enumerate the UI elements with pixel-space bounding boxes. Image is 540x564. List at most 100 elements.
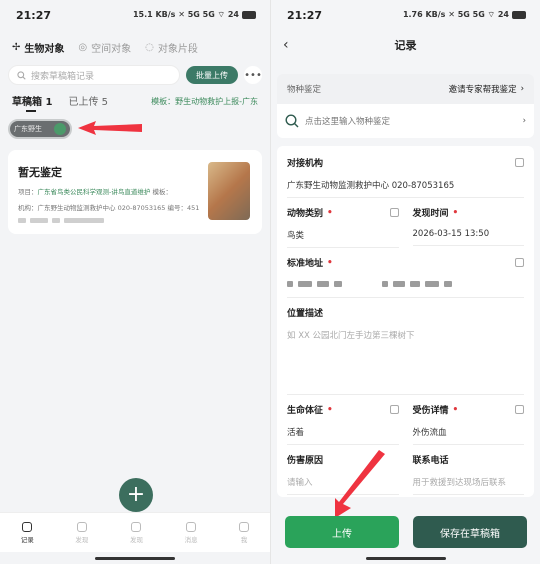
search-input[interactable]: 搜索草稿箱记录 <box>8 65 180 85</box>
nav-record[interactable]: 记录 <box>21 521 34 544</box>
upload-button[interactable]: 上传 <box>285 516 399 548</box>
nav-discover[interactable]: 发现 <box>75 521 89 544</box>
injury-label: 受伤详情 <box>412 406 449 416</box>
search-placeholder: 搜索草稿箱记录 <box>31 71 95 82</box>
save-draft-button[interactable]: 保存在草稿箱 <box>413 516 527 548</box>
found-time-label: 发现时间 <box>412 209 449 219</box>
status-bar-right: 21:27 1.76 KB/s ✕ 5G 5G ⌔ 24 <box>271 0 540 30</box>
copy-icon[interactable] <box>515 158 524 167</box>
field-animal-type: 动物类别 • 鸟类 <box>287 198 399 248</box>
search-icon <box>17 70 26 80</box>
injury-label-wrap: 受伤详情 • <box>412 403 525 417</box>
location-desc-label: 位置描述 <box>287 309 324 319</box>
copy-icon[interactable] <box>389 208 399 217</box>
injury-value[interactable]: 外伤流血 <box>412 426 524 445</box>
add-record-button[interactable]: + <box>119 478 153 512</box>
row-type-time: 动物类别 • 鸟类 发现时间 • 2026-03-15 13:50 <box>287 198 524 248</box>
invite-expert-link[interactable]: 邀请专家帮我鉴定 › <box>449 83 524 95</box>
copy-icon[interactable] <box>515 258 524 267</box>
card-thumbnail <box>208 162 250 220</box>
red-arrow-icon <box>78 121 142 135</box>
copy-icon[interactable] <box>515 405 524 414</box>
search-row: 搜索草稿箱记录 批量上传 ••• <box>0 64 270 86</box>
species-input[interactable]: 点击这里输入物种鉴定 › <box>277 104 534 138</box>
required-dot-icon: • <box>327 257 333 268</box>
vital-signs-label: 生命体征 <box>287 406 324 416</box>
status-icons-right-text: 1.76 KB/s ✕ 5G 5G ⌔ 24 <box>402 10 509 19</box>
agency-label: 对接机构 <box>287 159 324 169</box>
draft-card[interactable]: 暂无鉴定 项目：广东省鸟类公民科学观测-讲鸟直道维护 模板： 机构：广东野生动物… <box>8 150 262 234</box>
discover-icon <box>76 521 87 532</box>
selected-chip[interactable]: 广东野生 <box>8 119 72 139</box>
vital-signs-value[interactable]: 活着 <box>287 426 399 445</box>
species-id-header: 物种鉴定 邀请专家帮我鉴定 › <box>277 74 534 104</box>
species-input-placeholder: 点击这里输入物种鉴定 <box>305 117 391 127</box>
screenshot-wrapper: 21:27 15.1 KB/s ✕ 5G 5G ⌔ 24 ✢ 生物对象 ◎ 空间… <box>0 0 540 564</box>
bottom-nav: 记录 发现 发现 消息 我 <box>0 512 270 552</box>
found-time-value[interactable]: 2026-03-15 13:50 <box>412 229 524 246</box>
record-topbar: ‹ 记录 <box>271 30 540 60</box>
red-arrow-icon <box>335 450 385 518</box>
animal-type-value[interactable]: 鸟类 <box>287 229 399 248</box>
animal-type-label-wrap: 动物类别 • <box>287 206 399 220</box>
record-form: 对接机构 广东野生动物监测救护中心 020-87053165 动物类别 • 鸟类… <box>277 146 534 497</box>
agency-value[interactable]: 广东野生动物监测救护中心 020-87053165 <box>287 179 524 198</box>
status-time-right: 21:27 <box>287 8 323 22</box>
location-desc-input[interactable]: 如 XX 公园北门左手边第三棵树下 <box>287 329 524 395</box>
tab-object-clip[interactable]: ◌ 对象片段 <box>145 40 198 55</box>
nav-messages[interactable]: 消息 <box>184 521 198 544</box>
more-icon[interactable]: ••• <box>244 66 262 84</box>
template-link[interactable]: 模板：野生动物救护上报-广东 <box>151 96 258 112</box>
clip-icon: ◌ <box>145 41 154 53</box>
status-icons: 15.1 KB/s ✕ 5G 5G ⌔ 24 <box>133 10 256 20</box>
card-number: 编号：451 <box>167 204 200 212</box>
filter-chip-row: 广东野生 <box>0 112 270 140</box>
location-icon: ◎ <box>78 41 88 53</box>
object-tabs: ✢ 生物对象 ◎ 空间对象 ◌ 对象片段 <box>0 30 270 64</box>
species-label: 物种鉴定 <box>287 85 322 95</box>
tab-space-object[interactable]: ◎ 空间对象 <box>78 40 131 55</box>
phone-input[interactable]: 用于救援到达现场后联系 <box>412 476 524 495</box>
batch-upload-button[interactable]: 批量上传 <box>186 66 238 84</box>
phone-label: 联系电话 <box>412 456 449 466</box>
field-found-time: 发现时间 • 2026-03-15 13:50 <box>412 198 525 248</box>
animal-type-label: 动物类别 <box>287 209 324 219</box>
address-redacted-value[interactable] <box>287 281 524 298</box>
tab-bio-object[interactable]: ✢ 生物对象 <box>12 40 64 55</box>
copy-icon[interactable] <box>389 405 399 414</box>
required-dot-icon: • <box>327 207 333 218</box>
field-address: 标准地址 • <box>287 248 524 298</box>
nav-discover-label: 发现 <box>75 535 89 544</box>
card-agency: 机构：广东野生动物监测救护中心 020-87053165 <box>18 204 166 212</box>
search-icon <box>285 114 299 128</box>
nav-discover-2-label: 发现 <box>129 535 143 544</box>
nav-me[interactable]: 我 <box>239 521 250 544</box>
tab-uploaded[interactable]: 已上传 5 <box>68 93 108 112</box>
draft-subtabs: 草稿箱 1 已上传 5 模板：野生动物救护上报-广东 <box>0 86 270 112</box>
leaf-icon <box>131 521 142 532</box>
bird-icon: ✢ <box>12 41 21 53</box>
nav-messages-label: 消息 <box>184 535 198 544</box>
field-agency: 对接机构 广东野生动物监测救护中心 020-87053165 <box>287 148 524 198</box>
profile-icon <box>239 521 250 532</box>
found-time-label-wrap: 发现时间 • <box>412 206 525 220</box>
nav-me-label: 我 <box>240 535 248 544</box>
battery-icon-right <box>512 11 526 19</box>
status-time: 21:27 <box>16 8 52 22</box>
vital-signs-label-wrap: 生命体征 • <box>287 403 399 417</box>
page-title: 记录 <box>394 39 417 52</box>
message-icon <box>186 521 197 532</box>
card-template-label: 模板： <box>152 188 172 196</box>
status-bar: 21:27 15.1 KB/s ✕ 5G 5G ⌔ 24 <box>0 0 270 30</box>
chevron-right-icon: › <box>520 84 524 94</box>
field-phone: 联系电话 用于救援到达现场后联系 <box>412 445 524 495</box>
record-icon <box>22 521 33 532</box>
tab-drafts[interactable]: 草稿箱 1 <box>12 93 52 112</box>
address-label: 标准地址 <box>287 259 324 269</box>
check-icon <box>54 123 66 135</box>
status-icons-text: 15.1 KB/s ✕ 5G 5G ⌔ 24 <box>132 10 239 19</box>
nav-discover-2[interactable]: 发现 <box>129 521 143 544</box>
row-vital-injury: 生命体征 • 活着 受伤详情 • 外伤流血 <box>287 395 524 445</box>
field-vital-signs: 生命体征 • 活着 <box>287 395 399 445</box>
battery-icon <box>242 11 256 19</box>
